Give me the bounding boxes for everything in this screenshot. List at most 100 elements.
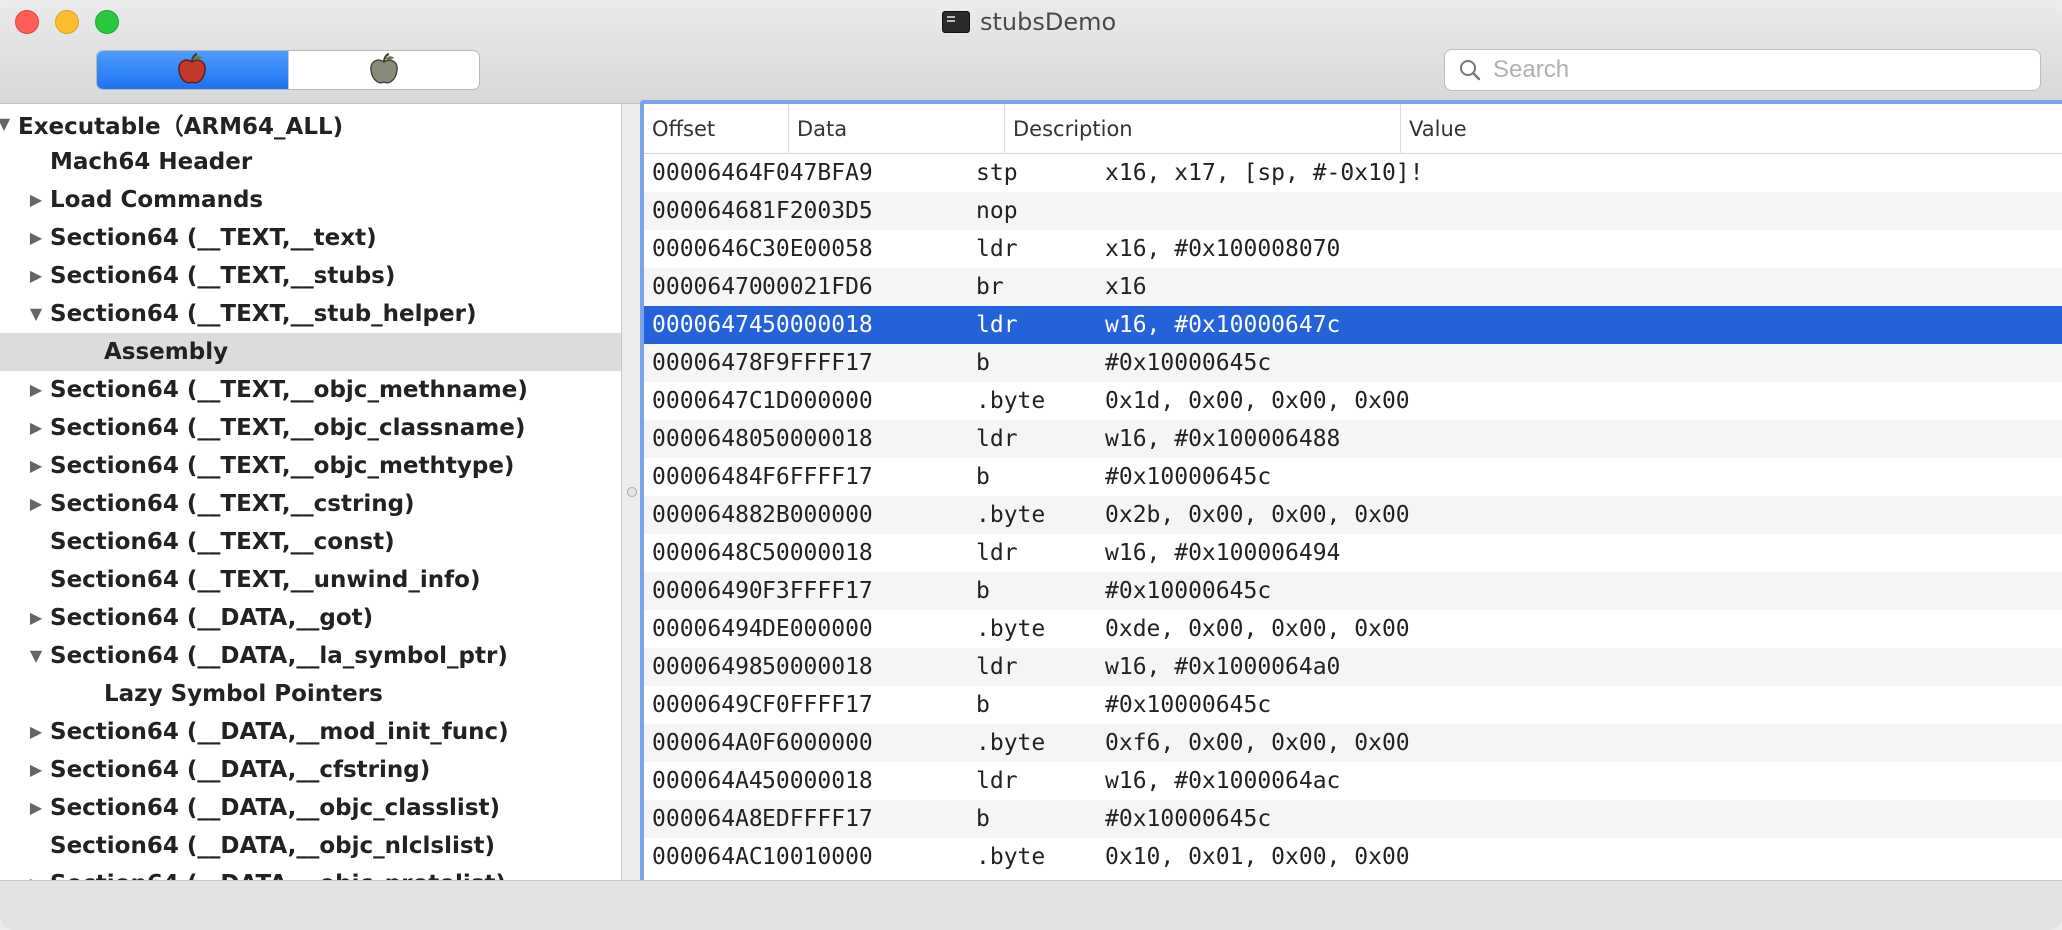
sidebar-tree-item[interactable]: ▶ Section64 (__TEXT,__stubs): [0, 257, 621, 295]
data-cell: 00021FD6: [762, 274, 873, 300]
table-row[interactable]: 00006470 00021FD6 br x16: [644, 268, 2062, 306]
sidebar-tree-item[interactable]: ▶Section64 (__DATA,__objc_protolist): [0, 865, 621, 880]
sidebar-tree-item[interactable]: ▶ Section64 (__DATA,__cfstring): [0, 751, 621, 789]
disclosure-collapsed-icon[interactable]: ▶: [26, 190, 46, 209]
data-cell: 2B000000: [762, 502, 873, 528]
table-row[interactable]: 00006468 1F2003D5 nop: [644, 192, 2062, 230]
offset-cell: 0000647C: [652, 388, 763, 414]
data-cell: F6FFFF17: [762, 464, 873, 490]
disclosure-collapsed-icon[interactable]: ▶: [26, 494, 46, 513]
segment-raw-button[interactable]: [97, 51, 288, 89]
disclosure-collapsed-icon[interactable]: ▶: [26, 228, 46, 247]
sidebar-tree-item[interactable]: ▶ Section64 (__DATA,__objc_classlist): [0, 789, 621, 827]
operands-cell: 0x10, 0x01, 0x00, 0x00: [1105, 844, 1410, 870]
mnemonic-cell: ldr: [976, 768, 1018, 794]
mnemonic-cell: .byte: [976, 616, 1046, 642]
table-row[interactable]: 00006490 F3FFFF17 b #0x10000645c: [644, 572, 2062, 610]
disclosure-collapsed-icon[interactable]: ▶: [26, 608, 46, 627]
sidebar-tree: ▼Executable（ARM64_ALL)Mach64 Header▶Load…: [0, 104, 622, 880]
sidebar-tree-item[interactable]: ▼Executable（ARM64_ALL): [0, 105, 621, 143]
operands-cell: 0x2b, 0x00, 0x00, 0x00: [1105, 502, 1410, 528]
disclosure-collapsed-icon[interactable]: ▶: [26, 722, 46, 741]
minimize-window-button[interactable]: [55, 10, 79, 34]
table-row[interactable]: 0000648C 50000018 ldr w16, #0x100006494: [644, 534, 2062, 572]
table-row[interactable]: 0000649C F0FFFF17 b #0x10000645c: [644, 686, 2062, 724]
table-row[interactable]: 00006464 F047BFA9 stp x16, x17, [sp, #-0x10…: [644, 154, 2062, 192]
assembly-table: Offset Data Description Value 00006464 F0…: [640, 100, 2062, 886]
table-row[interactable]: 00006478 F9FFFF17 b #0x10000645c: [644, 344, 2062, 382]
disclosure-collapsed-icon[interactable]: ▶: [26, 760, 46, 779]
offset-cell: 00006480: [652, 426, 763, 452]
table-row[interactable]: 000064A4 50000018 ldr w16, #0x1000064ac: [644, 762, 2062, 800]
data-cell: 50000018: [762, 426, 873, 452]
column-header-value[interactable]: Value: [1400, 104, 2062, 154]
sidebar-tree-item[interactable]: Section64 (__TEXT,__unwind_info): [0, 561, 621, 599]
sidebar-tree-item-label: Section64 (__TEXT,__unwind_info): [50, 567, 481, 593]
disclosure-expanded-icon[interactable]: ▼: [26, 304, 46, 323]
column-header-offset[interactable]: Offset: [644, 104, 788, 154]
disclosure-collapsed-icon[interactable]: ▶: [26, 798, 46, 817]
mnemonic-cell: .byte: [976, 502, 1046, 528]
sidebar-tree-item[interactable]: ▶ Section64 (__DATA,__got): [0, 599, 621, 637]
table-row[interactable]: 00006494 DE000000 .byte 0xde, 0x00, 0x00, 0…: [644, 610, 2062, 648]
apple-gray-icon: [369, 53, 398, 84]
search-field[interactable]: [1444, 49, 2041, 91]
sidebar-tree-item-label: Section64 (__TEXT,__stubs): [50, 263, 396, 289]
sidebar-tree-item-label: Section64 (__DATA,__objc_nlclslist): [50, 833, 496, 859]
close-window-button[interactable]: [15, 10, 39, 34]
sidebar-tree-item[interactable]: ▼ Section64 (__DATA,__la_symbol_ptr): [0, 637, 621, 675]
sidebar-tree-item[interactable]: ▶ Section64 (__DATA,__mod_init_func): [0, 713, 621, 751]
column-header-data[interactable]: Data: [788, 104, 1004, 154]
mnemonic-cell: b: [976, 464, 990, 490]
column-header-description[interactable]: Description: [1004, 104, 1400, 154]
sidebar-tree-item[interactable]: ▶ Section64 (__TEXT,__text): [0, 219, 621, 257]
data-cell: F047BFA9: [762, 160, 873, 186]
sidebar-tree-item[interactable]: ▶ Section64 (__TEXT,__objc_classname): [0, 409, 621, 447]
zoom-window-button[interactable]: [95, 10, 119, 34]
table-row[interactable]: 00006480 50000018 ldr w16, #0x100006488: [644, 420, 2062, 458]
operands-cell: w16, #0x100006494: [1105, 540, 1341, 566]
table-row[interactable]: 000064A8 EDFFFF17 b #0x10000645c: [644, 800, 2062, 838]
operands-cell: #0x10000645c: [1105, 464, 1272, 490]
offset-cell: 00006468: [652, 198, 763, 224]
sidebar-tree-item[interactable]: ▶ Section64 (__TEXT,__objc_methtype): [0, 447, 621, 485]
sidebar-tree-item[interactable]: ▶ Load Commands: [0, 181, 621, 219]
sidebar-tree-item[interactable]: ▶ Section64 (__TEXT,__objc_methname): [0, 371, 621, 409]
split-view-handle[interactable]: [627, 487, 637, 497]
sidebar-tree-item[interactable]: Assembly: [0, 333, 621, 371]
disclosure-collapsed-icon[interactable]: ▶: [26, 266, 46, 285]
mnemonic-cell: ldr: [976, 236, 1018, 262]
operands-cell: x16, x17, [sp, #-0x10]!: [1105, 160, 1424, 186]
sidebar-tree-item[interactable]: ▼ Section64 (__TEXT,__stub_helper): [0, 295, 621, 333]
sidebar-tree-item-label: Section64 (__TEXT,__text): [50, 225, 377, 251]
data-cell: DE000000: [762, 616, 873, 642]
mnemonic-cell: b: [976, 578, 990, 604]
table-row[interactable]: 00006488 2B000000 .byte 0x2b, 0x00, 0x00, 0…: [644, 496, 2062, 534]
search-input[interactable]: [1493, 56, 2013, 84]
sidebar-tree-item[interactable]: Lazy Symbol Pointers: [0, 675, 621, 713]
offset-cell: 000064A4: [652, 768, 763, 794]
window-title: stubsDemo: [942, 7, 1116, 37]
sidebar-tree-item[interactable]: ▶ Section64 (__TEXT,__cstring): [0, 485, 621, 523]
table-row[interactable]: 00006498 50000018 ldr w16, #0x1000064a0: [644, 648, 2062, 686]
disclosure-expanded-icon[interactable]: ▼: [0, 114, 14, 133]
sidebar-tree-item[interactable]: Mach64 Header: [0, 143, 621, 181]
data-cell: F6000000: [762, 730, 873, 756]
table-row[interactable]: 00006474 50000018 ldr w16, #0x10000647c: [644, 306, 2062, 344]
sidebar-tree-item[interactable]: Section64 (__TEXT,__const): [0, 523, 621, 561]
mnemonic-cell: b: [976, 806, 990, 832]
disclosure-collapsed-icon[interactable]: ▶: [26, 456, 46, 475]
disclosure-collapsed-icon[interactable]: ▶: [26, 418, 46, 437]
sidebar-tree-item[interactable]: Section64 (__DATA,__objc_nlclslist): [0, 827, 621, 865]
table-row[interactable]: 000064AC 10010000 .byte 0x10, 0x01, 0x00, 0…: [644, 838, 2062, 876]
table-row[interactable]: 000064A0 F6000000 .byte 0xf6, 0x00, 0x00, 0…: [644, 724, 2062, 762]
mnemonic-cell: ldr: [976, 426, 1018, 452]
mnemonic-cell: b: [976, 692, 990, 718]
table-row[interactable]: 0000646C 30E00058 ldr x16, #0x100008070: [644, 230, 2062, 268]
disclosure-expanded-icon[interactable]: ▼: [26, 646, 46, 665]
disclosure-collapsed-icon[interactable]: ▶: [26, 380, 46, 399]
table-row[interactable]: 0000647C 1D000000 .byte 0x1d, 0x00, 0x00, 0…: [644, 382, 2062, 420]
segment-rva-button[interactable]: [287, 51, 480, 89]
mnemonic-cell: stp: [976, 160, 1018, 186]
table-row[interactable]: 00006484 F6FFFF17 b #0x10000645c: [644, 458, 2062, 496]
